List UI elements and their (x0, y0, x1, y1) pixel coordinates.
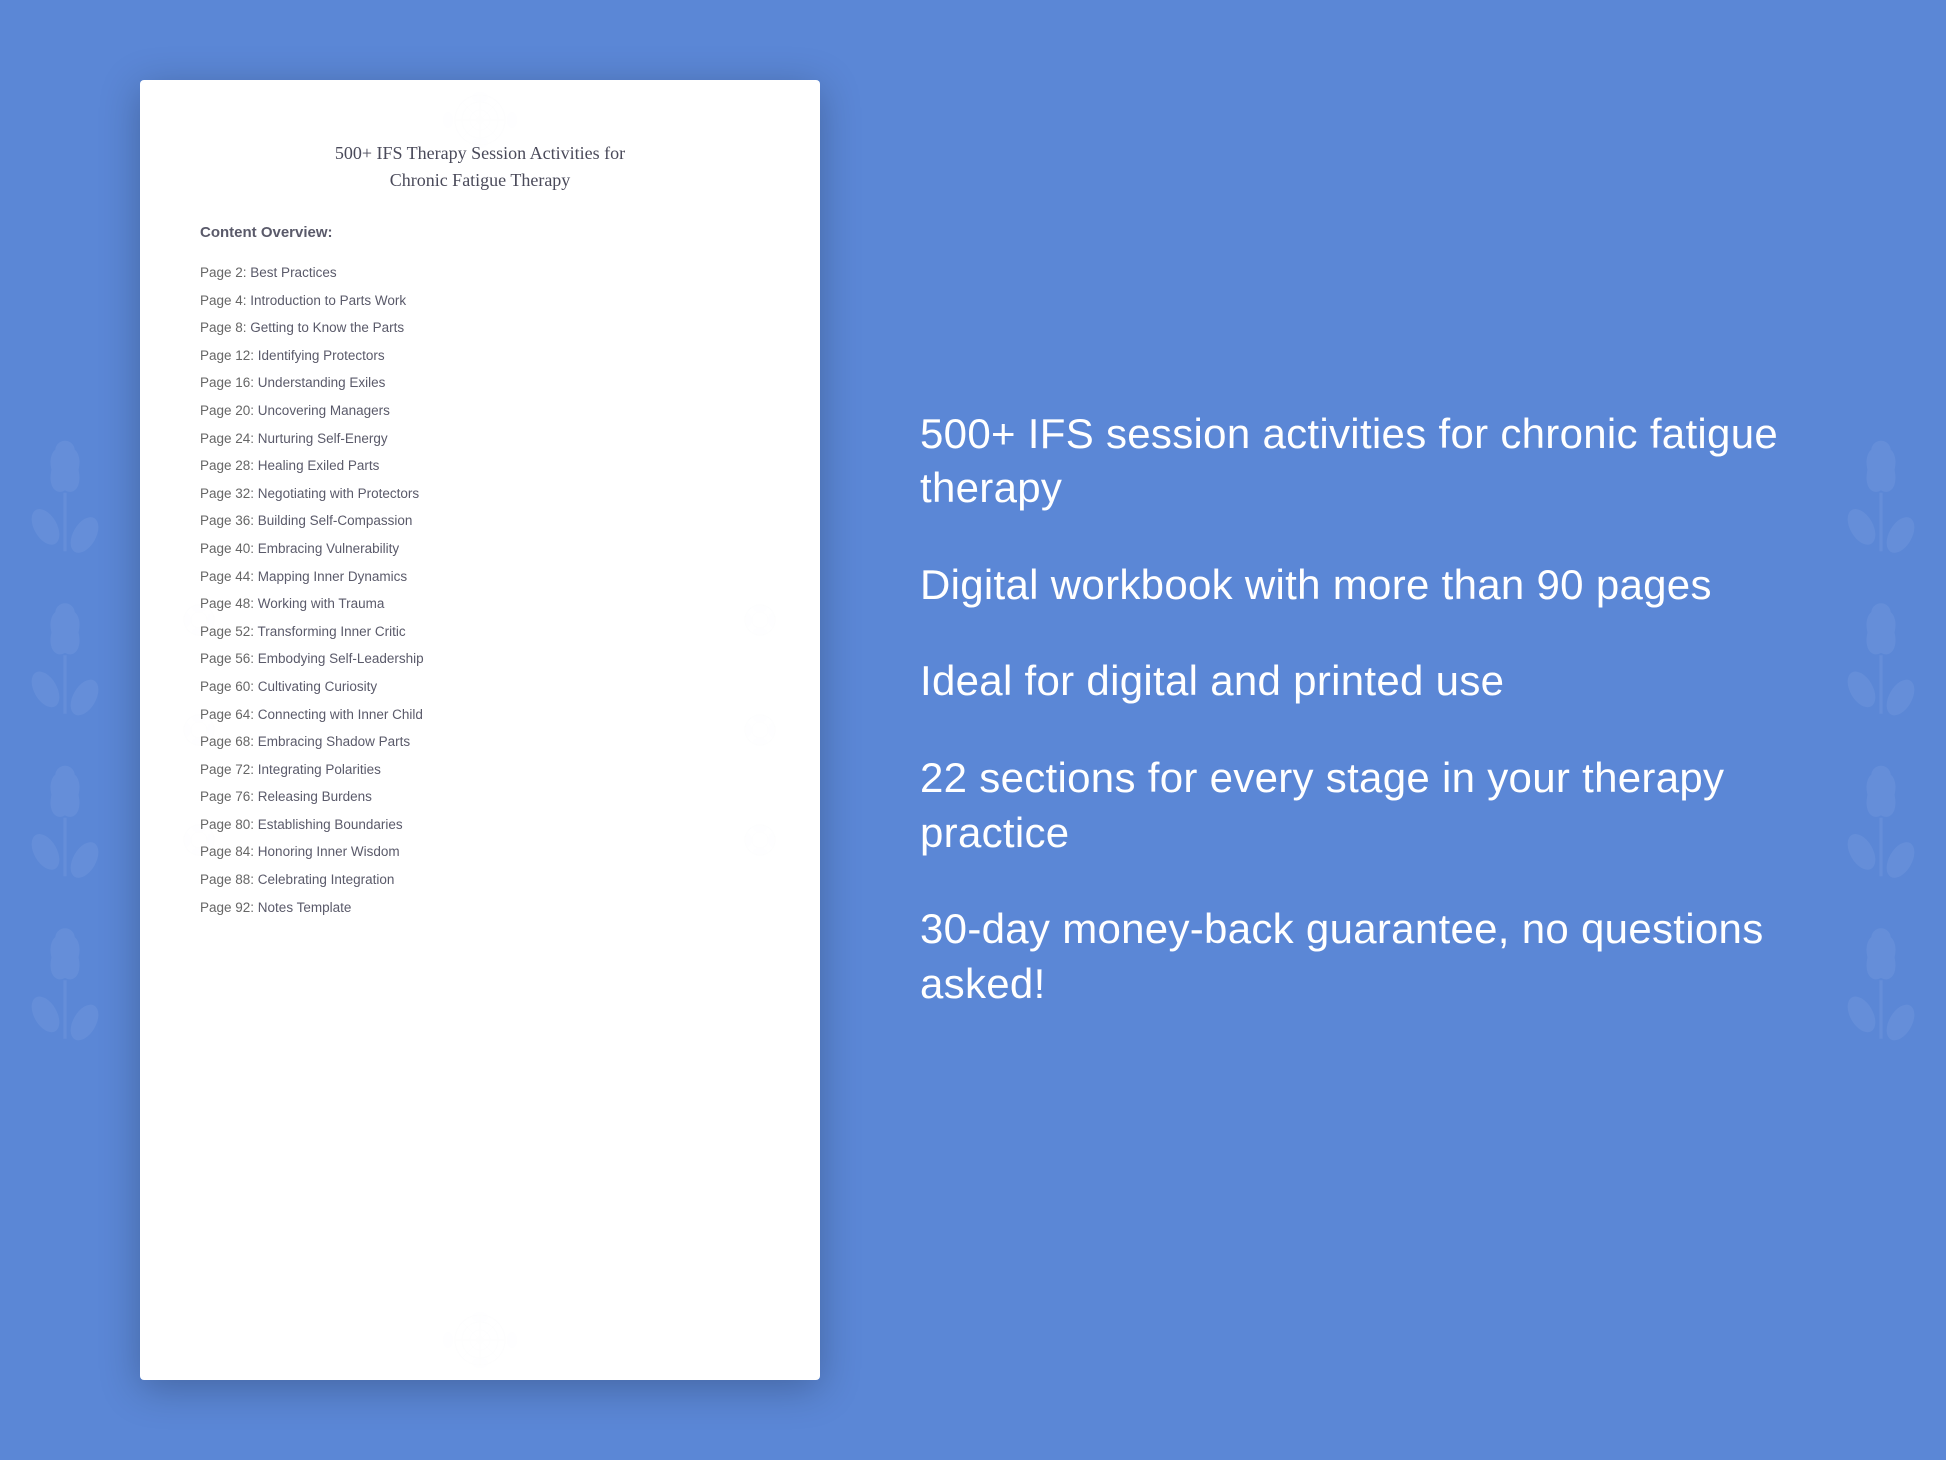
toc-item: Page 36: Building Self-Compassion (200, 507, 760, 535)
feature-item-3: 22 sections for every stage in your ther… (920, 751, 1786, 860)
toc-item: Page 8: Getting to Know the Parts (200, 314, 760, 342)
feature-text-2: Ideal for digital and printed use (920, 654, 1786, 709)
toc-item: Page 48: Working with Trauma (200, 590, 760, 618)
toc-header: Content Overview: (200, 224, 760, 241)
toc-item: Page 76: Releasing Burdens (200, 783, 760, 811)
toc-item: Page 80: Establishing Boundaries (200, 811, 760, 839)
feature-text-3: 22 sections for every stage in your ther… (920, 751, 1786, 860)
toc-item: Page 12: Identifying Protectors (200, 342, 760, 370)
toc-item: Page 68: Embracing Shadow Parts (200, 728, 760, 756)
toc-item: Page 2: Best Practices (200, 259, 760, 287)
toc-item: Page 24: Nurturing Self-Energy (200, 425, 760, 453)
doc-decoration-left (148, 580, 251, 880)
toc-item: Page 16: Understanding Exiles (200, 369, 760, 397)
toc-item: Page 40: Embracing Vulnerability (200, 535, 760, 563)
feature-item-4: 30-day money-back guarantee, no question… (920, 902, 1786, 1011)
toc-item: Page 60: Cultivating Curiosity (200, 673, 760, 701)
toc-item: Page 72: Integrating Polarities (200, 756, 760, 784)
toc-item: Page 32: Negotiating with Protectors (200, 480, 760, 508)
document-preview: 500+ IFS Therapy Session Activities for … (140, 80, 820, 1380)
toc-item: Page 20: Uncovering Managers (200, 397, 760, 425)
feature-item-1: Digital workbook with more than 90 pages (920, 558, 1786, 613)
feature-text-4: 30-day money-back guarantee, no question… (920, 902, 1786, 1011)
toc-item: Page 56: Embodying Self-Leadership (200, 645, 760, 673)
toc-item: Page 92: Notes Template (200, 894, 760, 922)
feature-item-0: 500+ IFS session activities for chronic … (920, 407, 1786, 516)
features-panel: 500+ IFS session activities for chronic … (880, 387, 1806, 1074)
toc-item: Page 88: Celebrating Integration (200, 866, 760, 894)
toc-item: Page 84: Honoring Inner Wisdom (200, 838, 760, 866)
table-of-contents: Page 2: Best PracticesPage 4: Introducti… (200, 259, 760, 921)
toc-item: Page 52: Transforming Inner Critic (200, 618, 760, 646)
doc-decoration-right (709, 580, 812, 880)
toc-item: Page 44: Mapping Inner Dynamics (200, 563, 760, 591)
toc-item: Page 4: Introduction to Parts Work (200, 287, 760, 315)
feature-text-1: Digital workbook with more than 90 pages (920, 558, 1786, 613)
feature-item-2: Ideal for digital and printed use (920, 654, 1786, 709)
doc-decoration-bottom (380, 1310, 580, 1370)
doc-decoration-top (380, 90, 580, 150)
feature-text-0: 500+ IFS session activities for chronic … (920, 407, 1786, 516)
toc-item: Page 28: Healing Exiled Parts (200, 452, 760, 480)
toc-item: Page 64: Connecting with Inner Child (200, 701, 760, 729)
main-content: 500+ IFS Therapy Session Activities for … (0, 0, 1946, 1460)
